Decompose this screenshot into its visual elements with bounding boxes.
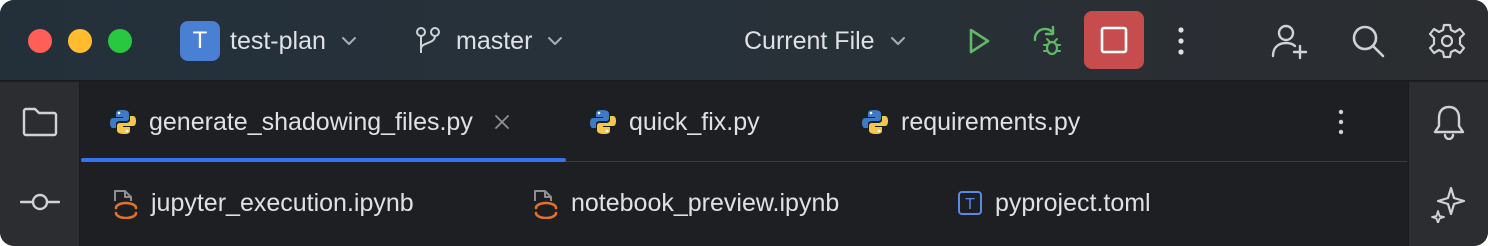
project-selector[interactable]: T test-plan <box>180 21 358 61</box>
more-actions-button[interactable] <box>1160 20 1202 62</box>
commit-icon <box>20 193 60 211</box>
jupyter-notebook-icon <box>111 190 139 219</box>
project-name: test-plan <box>230 26 326 55</box>
chevron-down-icon <box>548 37 563 45</box>
gear-icon <box>1429 23 1465 59</box>
tab-pyproject[interactable]: T pyproject.toml <box>957 163 1151 243</box>
commit-tool-button[interactable] <box>20 182 60 222</box>
right-tool-strip <box>1408 82 1488 246</box>
svg-text:T: T <box>965 196 975 213</box>
stop-icon <box>1100 26 1128 54</box>
branch-name: master <box>456 26 533 55</box>
notifications-button[interactable] <box>1429 102 1469 142</box>
close-icon[interactable] <box>493 113 511 131</box>
run-button[interactable] <box>957 20 999 62</box>
python-icon <box>110 110 136 134</box>
add-collaborator-button[interactable] <box>1268 20 1310 62</box>
toml-icon: T <box>958 191 982 215</box>
folder-icon <box>22 107 58 137</box>
tab-requirements[interactable]: requirements.py <box>861 82 1080 162</box>
minimize-window-button[interactable] <box>68 29 92 53</box>
tab-label: notebook_preview.ipynb <box>571 188 840 217</box>
python-icon <box>590 110 616 134</box>
tab-quick-fix[interactable]: quick_fix.py <box>589 82 760 162</box>
tab-row: jupyter_execution.ipynb notebook_preview… <box>81 163 1407 246</box>
run-configuration-selector[interactable]: Current File <box>744 21 907 61</box>
editor-tabs: generate_shadowing_files.py quick_fix.py <box>81 82 1407 246</box>
close-window-button[interactable] <box>28 29 52 53</box>
branch-selector[interactable]: master <box>414 21 564 61</box>
tab-row: generate_shadowing_files.py quick_fix.py <box>81 82 1407 162</box>
git-branch-icon <box>416 27 440 53</box>
settings-button[interactable] <box>1426 20 1468 62</box>
stop-button[interactable] <box>1084 11 1144 69</box>
tab-label: jupyter_execution.ipynb <box>151 188 414 217</box>
project-badge: T <box>180 21 220 61</box>
tab-label: generate_shadowing_files.py <box>149 107 473 136</box>
ai-assistant-button[interactable] <box>1429 184 1469 224</box>
tab-label: requirements.py <box>901 107 1081 136</box>
chevron-down-icon <box>341 37 356 45</box>
tab-list-menu-button[interactable] <box>1329 102 1353 142</box>
tab-generate-shadowing-files[interactable]: generate_shadowing_files.py <box>81 82 566 162</box>
title-bar: T test-plan master Current File <box>0 0 1488 81</box>
tab-label: quick_fix.py <box>629 107 760 136</box>
jupyter-notebook-icon <box>531 190 559 219</box>
tab-label: pyproject.toml <box>995 188 1151 217</box>
search-icon <box>1352 25 1385 58</box>
chevron-down-icon <box>890 37 905 45</box>
more-vertical-icon <box>1338 109 1344 135</box>
more-vertical-icon <box>1178 27 1184 55</box>
zoom-window-button[interactable] <box>108 29 132 53</box>
run-configuration-name: Current File <box>744 26 875 55</box>
sparkle-icon <box>1431 186 1466 223</box>
search-button[interactable] <box>1347 20 1389 62</box>
project-tool-button[interactable] <box>20 102 60 142</box>
tab-jupyter-execution[interactable]: jupyter_execution.ipynb <box>111 163 414 243</box>
python-icon <box>862 110 888 134</box>
play-icon <box>969 28 990 54</box>
tab-notebook-preview[interactable]: notebook_preview.ipynb <box>531 163 839 243</box>
debug-bug-icon <box>1033 25 1061 56</box>
ide-window: T test-plan master Current File generate… <box>0 0 1488 246</box>
debug-button[interactable] <box>1025 20 1067 62</box>
left-tool-strip <box>0 82 80 246</box>
add-user-icon <box>1271 24 1308 60</box>
bell-icon <box>1433 105 1465 140</box>
